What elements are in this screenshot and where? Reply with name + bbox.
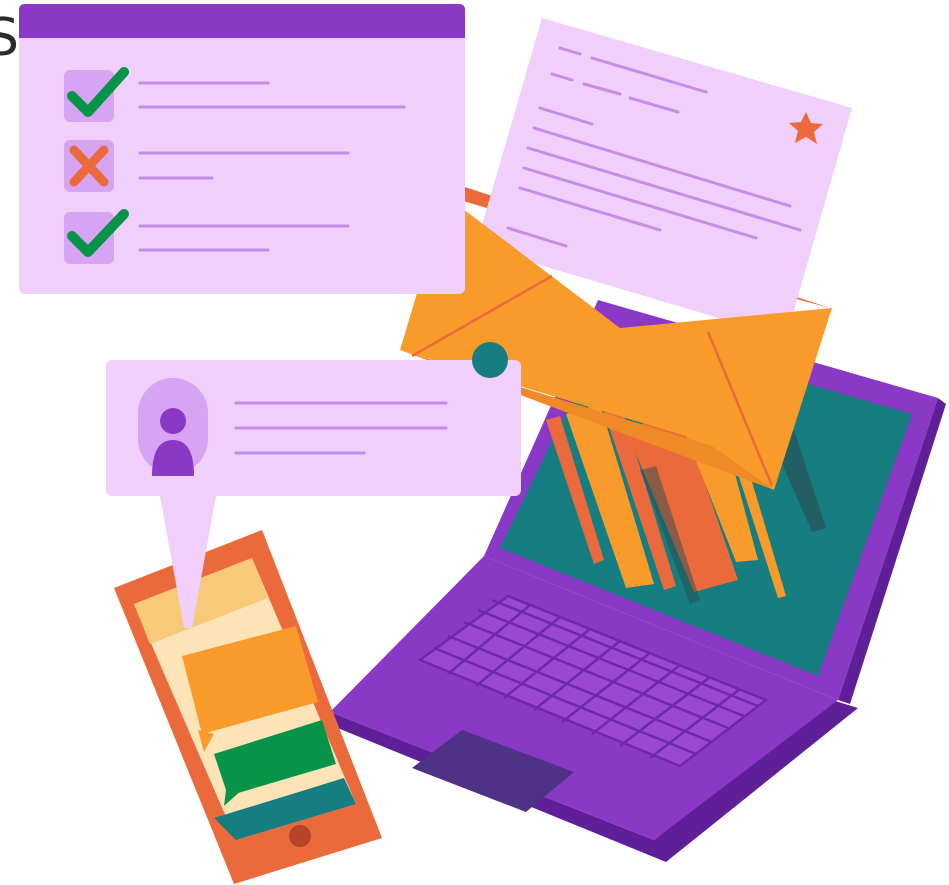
phone-home-button	[289, 825, 311, 847]
checklist-window-titlebar	[19, 4, 465, 38]
notification-pin-dot	[472, 342, 508, 378]
illustration-canvas	[19, 4, 946, 884]
checklist-window	[19, 4, 465, 294]
